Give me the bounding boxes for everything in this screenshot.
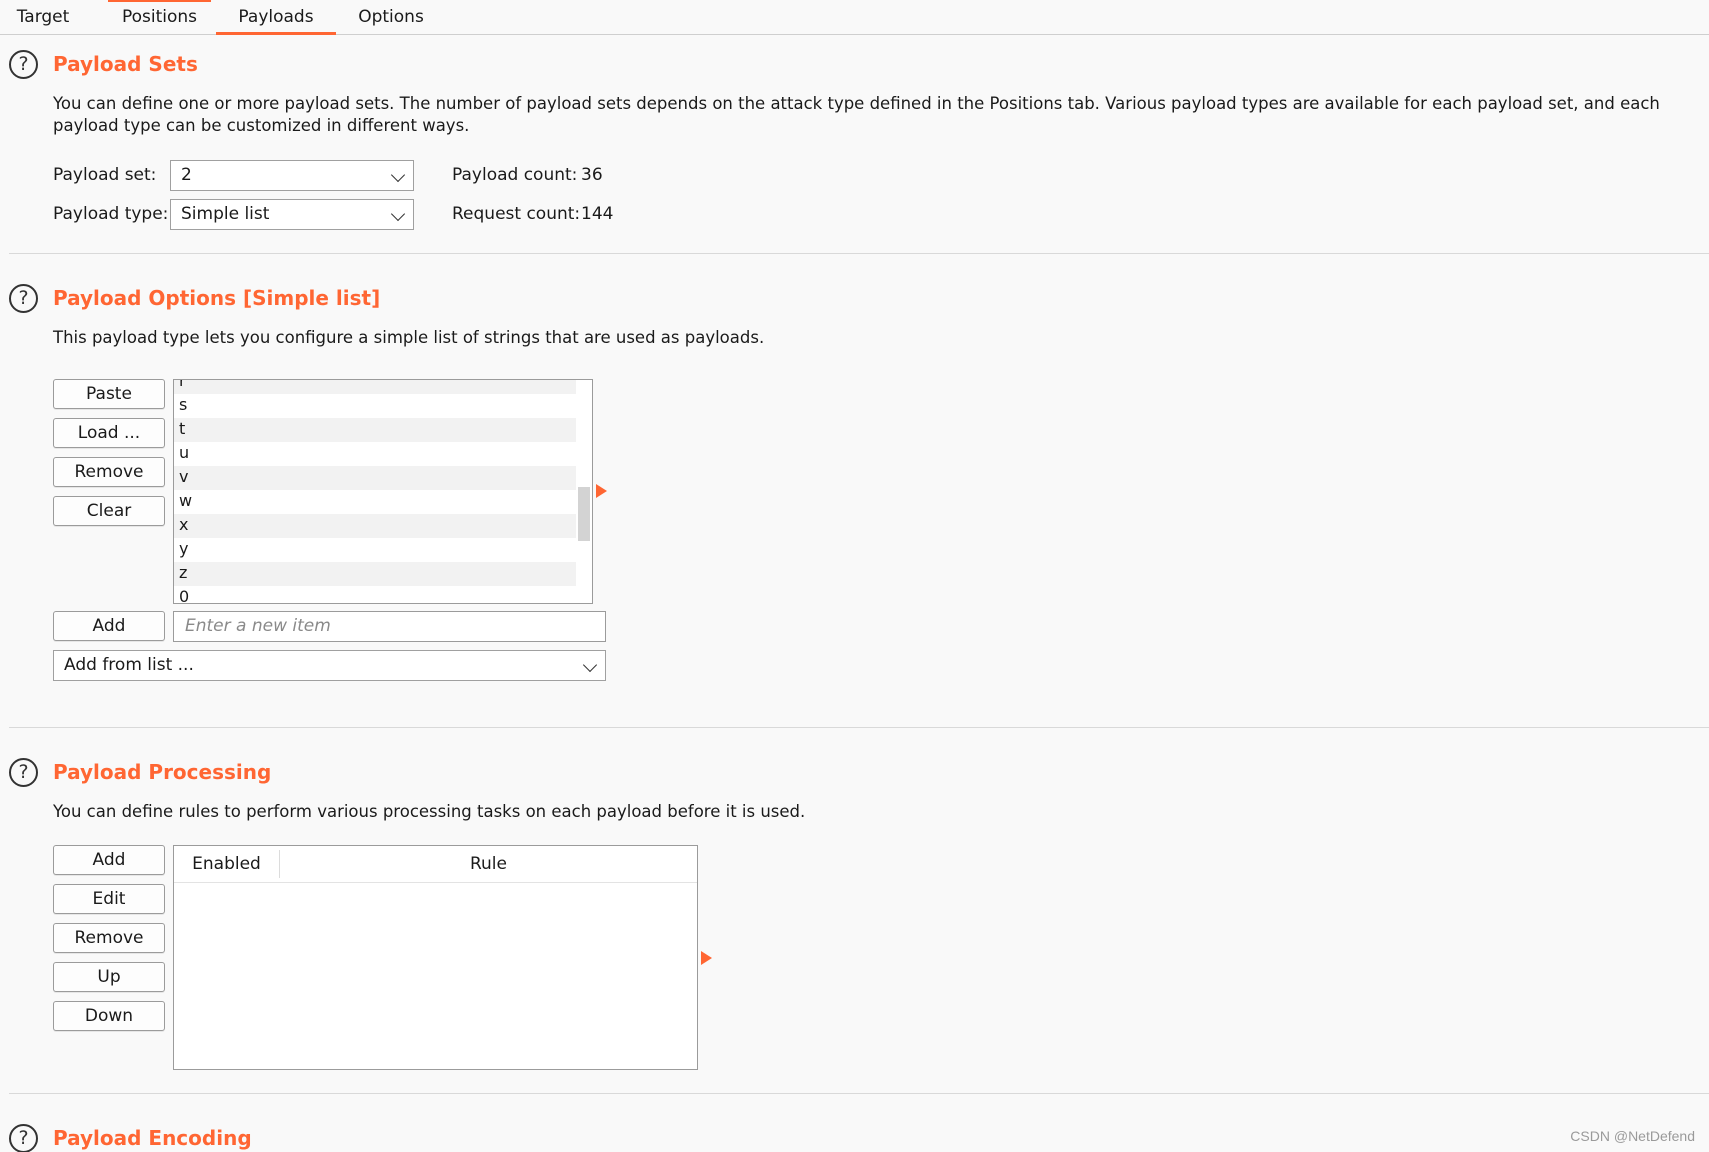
column-header-enabled[interactable]: Enabled	[174, 846, 279, 882]
expand-arrow-icon[interactable]	[701, 951, 712, 965]
tab-payloads[interactable]: Payloads	[216, 0, 336, 35]
add-from-list-dropdown[interactable]: Add from list ...	[53, 650, 606, 681]
section-description-payload-processing: You can define rules to perform various …	[53, 802, 806, 821]
list-item[interactable]: t	[174, 418, 576, 442]
edit-rule-button[interactable]: Edit	[53, 884, 165, 914]
list-item[interactable]: v	[174, 466, 576, 490]
load-button[interactable]: Load ...	[53, 418, 165, 448]
list-item[interactable]: r	[174, 380, 576, 394]
section-divider	[9, 727, 1709, 728]
chevron-down-icon	[582, 657, 598, 673]
table-header: Enabled Rule	[174, 846, 697, 883]
add-rule-button[interactable]: Add	[53, 845, 165, 875]
payload-count-value: 36	[581, 165, 603, 185]
payload-type-label: Payload type:	[53, 204, 169, 224]
expand-arrow-icon[interactable]	[596, 484, 607, 498]
list-item[interactable]: x	[174, 514, 576, 538]
tab-bar: Target Positions Payloads Options	[0, 0, 1709, 35]
new-item-input[interactable]: Enter a new item	[173, 611, 606, 642]
list-item[interactable]: 0	[174, 586, 576, 603]
chevron-down-icon	[390, 167, 406, 183]
payload-type-dropdown[interactable]: Simple list	[170, 199, 414, 230]
section-description-payload-sets: You can define one or more payload sets.…	[53, 94, 1660, 135]
tab-positions[interactable]: Positions	[108, 0, 211, 35]
payload-set-label: Payload set:	[53, 165, 157, 185]
tab-options[interactable]: Options	[346, 0, 436, 35]
section-title-payload-encoding: Payload Encoding	[53, 1126, 252, 1150]
paste-button[interactable]: Paste	[53, 379, 165, 409]
chevron-down-icon	[390, 206, 406, 222]
section-divider	[9, 253, 1709, 254]
request-count-value: 144	[581, 204, 614, 224]
add-from-list-label: Add from list ...	[64, 655, 194, 675]
list-item[interactable]: u	[174, 442, 576, 466]
clear-button[interactable]: Clear	[53, 496, 165, 526]
tab-target[interactable]: Target	[0, 0, 86, 35]
payload-set-dropdown[interactable]: 2	[170, 160, 414, 191]
help-icon[interactable]: ?	[9, 758, 38, 787]
section-title-payload-options: Payload Options [Simple list]	[53, 286, 381, 310]
section-title-payload-processing: Payload Processing	[53, 760, 272, 784]
list-scrollbar-thumb[interactable]	[578, 487, 590, 541]
payload-type-value: Simple list	[181, 204, 270, 224]
add-item-button[interactable]: Add	[53, 611, 165, 641]
section-description-payload-options: This payload type lets you configure a s…	[53, 328, 765, 347]
help-icon[interactable]: ?	[9, 1124, 38, 1152]
list-item[interactable]: s	[174, 394, 576, 418]
help-icon[interactable]: ?	[9, 284, 38, 313]
section-divider	[9, 1093, 1709, 1094]
help-icon[interactable]: ?	[9, 50, 38, 79]
watermark: CSDN @NetDefend	[1570, 1128, 1695, 1144]
up-rule-button[interactable]: Up	[53, 962, 165, 992]
remove-button[interactable]: Remove	[53, 457, 165, 487]
payload-list-items: r s t u v w x y z 0	[174, 380, 576, 603]
column-header-rule[interactable]: Rule	[280, 846, 697, 882]
payload-set-value: 2	[181, 165, 192, 185]
down-rule-button[interactable]: Down	[53, 1001, 165, 1031]
payload-count-label: Payload count:	[452, 165, 578, 185]
list-item[interactable]: w	[174, 490, 576, 514]
list-item[interactable]: z	[174, 562, 576, 586]
list-item[interactable]: y	[174, 538, 576, 562]
payload-list[interactable]: r s t u v w x y z 0	[173, 379, 593, 604]
section-title-payload-sets: Payload Sets	[53, 52, 198, 76]
remove-rule-button[interactable]: Remove	[53, 923, 165, 953]
request-count-label: Request count:	[452, 204, 581, 224]
processing-rules-table[interactable]: Enabled Rule	[173, 845, 698, 1070]
